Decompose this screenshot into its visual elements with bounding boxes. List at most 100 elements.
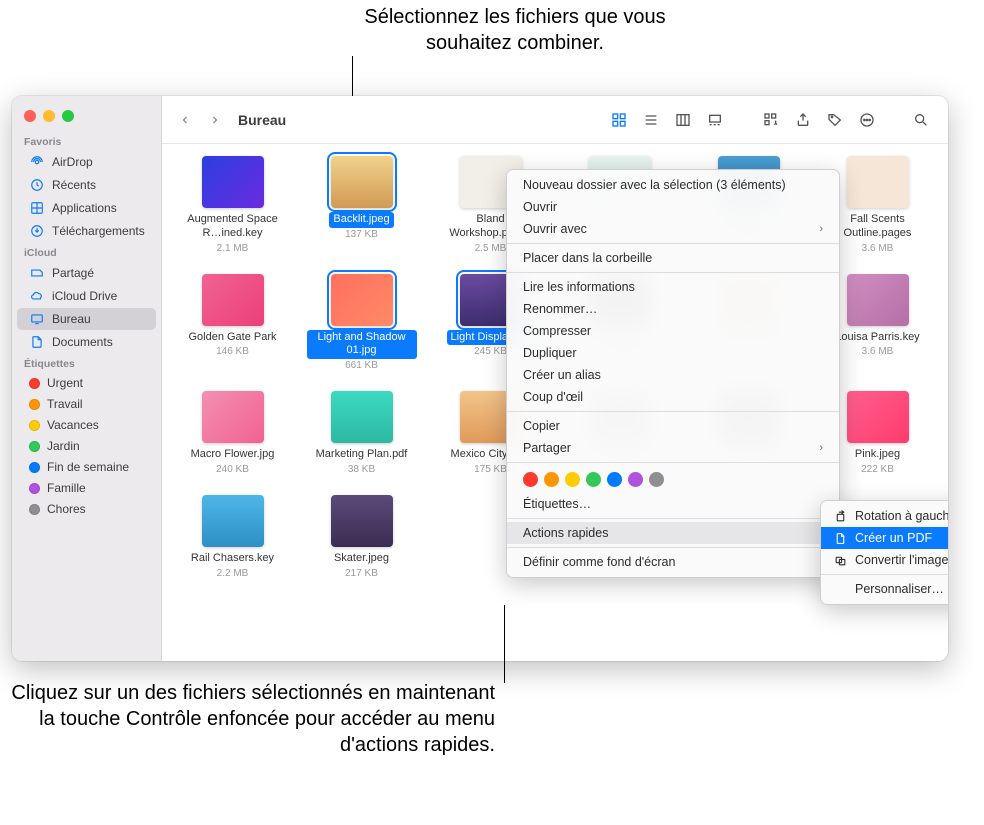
sidebar-item-icloud-drive[interactable]: iCloud Drive xyxy=(17,285,156,307)
file-item[interactable]: Light and Shadow 01.jpg 661 KB xyxy=(299,274,424,372)
search-button[interactable] xyxy=(906,107,936,133)
tag-color[interactable] xyxy=(565,472,580,487)
zoom-button[interactable] xyxy=(62,110,74,122)
toolbar-actions xyxy=(756,107,882,133)
context-menu-item[interactable]: Définir comme fond d'écran xyxy=(507,551,839,573)
file-item[interactable]: Macro Flower.jpg 240 KB xyxy=(170,391,295,475)
tag-color[interactable] xyxy=(586,472,601,487)
sidebar-tag-item[interactable]: Fin de semaine xyxy=(17,457,156,477)
file-name: Augmented Space R…ined.key xyxy=(178,212,288,242)
callout-line-bottom xyxy=(504,605,505,683)
sidebar-label: Bureau xyxy=(52,312,91,326)
file-name: Golden Gate Park xyxy=(184,330,280,346)
menu-separator xyxy=(507,547,839,548)
context-menu-item[interactable]: Copier xyxy=(507,415,839,437)
list-view-button[interactable] xyxy=(636,107,666,133)
menu-item-label: Lire les informations xyxy=(523,280,635,294)
sidebar-tag-item[interactable]: Jardin xyxy=(17,436,156,456)
sidebar-label: AirDrop xyxy=(52,155,93,169)
menu-item-label: Copier xyxy=(523,419,560,433)
sidebar-item-bureau[interactable]: Bureau xyxy=(17,308,156,330)
menu-item-label: Créer un alias xyxy=(523,368,601,382)
more-button[interactable] xyxy=(852,107,882,133)
file-item[interactable]: Golden Gate Park 146 KB xyxy=(170,274,295,372)
file-item[interactable]: Augmented Space R…ined.key 2.1 MB xyxy=(170,156,295,254)
context-menu-item[interactable]: Ouvrir avec› xyxy=(507,218,839,240)
sidebar-item-documents[interactable]: Documents xyxy=(17,331,156,353)
menu-item-label: Partager xyxy=(523,441,571,455)
desktop-icon xyxy=(29,311,45,327)
file-name: Macro Flower.jpg xyxy=(187,447,279,463)
gallery-view-button[interactable] xyxy=(700,107,730,133)
group-button[interactable] xyxy=(756,107,786,133)
traffic-lights xyxy=(12,106,161,132)
sidebar-tag-item[interactable]: Famille xyxy=(17,478,156,498)
file-name: Skater.jpeg xyxy=(330,551,393,567)
sidebar-item-recents[interactable]: Récents xyxy=(17,174,156,196)
rotate-icon xyxy=(833,509,847,523)
minimize-button[interactable] xyxy=(43,110,55,122)
cloud-icon xyxy=(29,288,45,304)
sidebar-label: Vacances xyxy=(47,418,99,432)
downloads-icon xyxy=(29,223,45,239)
tag-button[interactable] xyxy=(820,107,850,133)
context-menu-item[interactable]: Renommer… xyxy=(507,298,839,320)
context-menu-item[interactable]: Étiquettes… xyxy=(507,493,839,515)
menu-separator xyxy=(821,574,948,575)
sidebar-item-applications[interactable]: Applications xyxy=(17,197,156,219)
menu-separator xyxy=(507,462,839,463)
sidebar-item-airdrop[interactable]: AirDrop xyxy=(17,151,156,173)
submenu-item[interactable]: Rotation à gauche xyxy=(821,505,948,527)
file-thumbnail xyxy=(202,156,264,208)
context-menu: Nouveau dossier avec la sélection (3 élé… xyxy=(506,169,840,578)
tag-color[interactable] xyxy=(544,472,559,487)
sidebar-tag-item[interactable]: Travail xyxy=(17,394,156,414)
file-item[interactable]: Backlit.jpeg 137 KB xyxy=(299,156,424,254)
apps-icon xyxy=(29,200,45,216)
sidebar-item-downloads[interactable]: Téléchargements xyxy=(17,220,156,242)
submenu-item[interactable]: Convertir l'image xyxy=(821,549,948,571)
icon-view-button[interactable] xyxy=(604,107,634,133)
sidebar-tag-item[interactable]: Urgent xyxy=(17,373,156,393)
sidebar-label: Chores xyxy=(47,502,86,516)
forward-button[interactable] xyxy=(204,107,226,133)
tag-color[interactable] xyxy=(649,472,664,487)
column-view-button[interactable] xyxy=(668,107,698,133)
context-menu-item[interactable]: Compresser xyxy=(507,320,839,342)
context-menu-item[interactable]: Créer un alias xyxy=(507,364,839,386)
file-item[interactable]: Rail Chasers.key 2.2 MB xyxy=(170,495,295,579)
sidebar-tag-item[interactable]: Vacances xyxy=(17,415,156,435)
menu-item-label: Dupliquer xyxy=(523,346,577,360)
context-menu-item[interactable]: Actions rapides› xyxy=(507,522,839,544)
pdf-icon xyxy=(833,531,847,545)
file-name: Backlit.jpeg xyxy=(329,212,393,228)
sidebar-tag-item[interactable]: Chores xyxy=(17,499,156,519)
context-menu-item[interactable]: Nouveau dossier avec la sélection (3 élé… xyxy=(507,174,839,196)
sidebar-section-etiquettes: Étiquettes xyxy=(12,354,161,372)
context-menu-item[interactable]: Dupliquer xyxy=(507,342,839,364)
tag-color[interactable] xyxy=(523,472,538,487)
back-button[interactable] xyxy=(174,107,196,133)
sidebar-item-shared[interactable]: Partagé xyxy=(17,262,156,284)
context-menu-item[interactable]: Placer dans la corbeille xyxy=(507,247,839,269)
share-button[interactable] xyxy=(788,107,818,133)
tag-color[interactable] xyxy=(607,472,622,487)
file-size: 240 KB xyxy=(216,464,249,475)
file-size: 137 KB xyxy=(345,229,378,240)
context-menu-item[interactable]: Partager› xyxy=(507,437,839,459)
context-menu-item[interactable]: Ouvrir xyxy=(507,196,839,218)
menu-item-label: Compresser xyxy=(523,324,591,338)
close-button[interactable] xyxy=(24,110,36,122)
file-thumbnail xyxy=(202,495,264,547)
submenu-item[interactable]: Personnaliser… xyxy=(821,578,948,600)
tag-color[interactable] xyxy=(628,472,643,487)
file-item[interactable]: Skater.jpeg 217 KB xyxy=(299,495,424,579)
submenu-item[interactable]: Créer un PDF xyxy=(821,527,948,549)
context-menu-item[interactable]: Coup d'œil xyxy=(507,386,839,408)
callout-bottom: Cliquez sur un des fichiers sélectionnés… xyxy=(0,680,495,758)
quick-actions-submenu: Rotation à gauche Créer un PDF Convertir l… xyxy=(820,500,948,605)
file-item[interactable]: Marketing Plan.pdf 38 KB xyxy=(299,391,424,475)
submenu-label: Créer un PDF xyxy=(855,531,932,545)
context-menu-item[interactable]: Lire les informations xyxy=(507,276,839,298)
sidebar-label: iCloud Drive xyxy=(52,289,117,303)
